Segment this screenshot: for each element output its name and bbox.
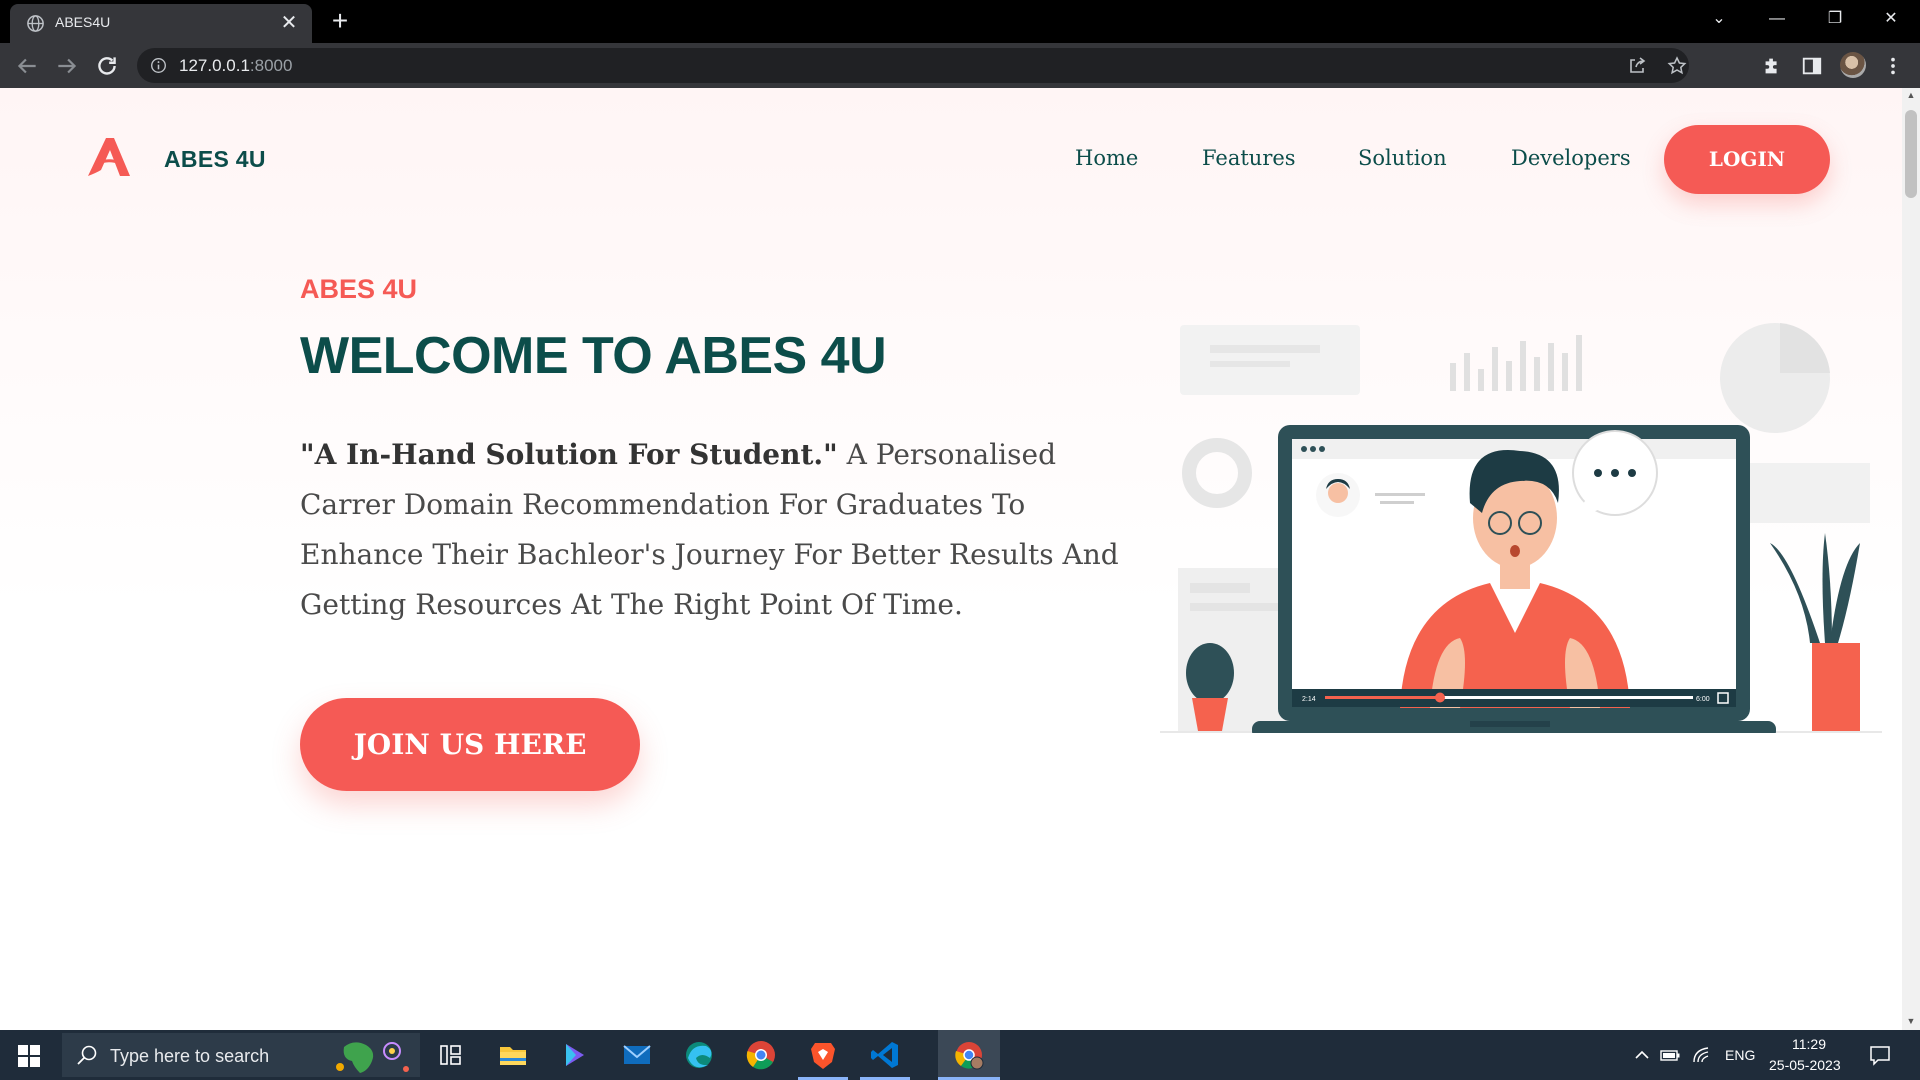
restore-button[interactable]: ❐: [1806, 0, 1864, 40]
nav-developers[interactable]: Developers: [1511, 146, 1631, 170]
hero-quote: "A In-Hand Solution For Student.": [300, 438, 838, 471]
copilot-icon[interactable]: [558, 1038, 592, 1072]
browser-toolbar: 127.0.0.1:8000: [0, 43, 1920, 88]
close-window-button[interactable]: ✕: [1862, 0, 1920, 40]
menu-dots-icon[interactable]: [1882, 55, 1904, 77]
scroll-up-icon[interactable]: ▲: [1906, 90, 1916, 100]
reload-icon[interactable]: [94, 53, 120, 79]
battery-icon[interactable]: [1660, 1046, 1680, 1064]
hero-eyebrow: ABES 4U: [300, 274, 418, 304]
notification-icon[interactable]: [1869, 1044, 1891, 1066]
abes-logo-icon[interactable]: [86, 136, 132, 176]
vscode-icon[interactable]: [868, 1038, 902, 1072]
windows-start-icon[interactable]: [18, 1045, 40, 1067]
minimize-button[interactable]: —: [1748, 0, 1806, 40]
clock-time[interactable]: 11:29: [1792, 1036, 1826, 1052]
page-viewport: ABES 4U Home Features Solution Developer…: [0, 88, 1902, 1030]
video-time-end: 6:00: [1696, 696, 1710, 703]
chrome-icon[interactable]: [744, 1038, 778, 1072]
address-host: 127.0.0.1: [179, 56, 250, 75]
scroll-down-icon[interactable]: ▼: [1906, 1016, 1916, 1026]
video-time-start: 2:14: [1302, 696, 1316, 703]
hero-description: "A In-Hand Solution For Student." A Pers…: [300, 430, 1130, 630]
windows-taskbar: Type here to search ENG 11:29 25-05-2023: [0, 1030, 1920, 1080]
bookmark-star-icon[interactable]: [1667, 56, 1687, 76]
nav-features[interactable]: Features: [1202, 146, 1296, 170]
nav-solution[interactable]: Solution: [1358, 146, 1447, 170]
site-info-icon[interactable]: [150, 57, 167, 74]
share-icon[interactable]: [1627, 56, 1647, 76]
tab-search-icon[interactable]: ⌄: [1690, 0, 1748, 40]
address-bar[interactable]: 127.0.0.1:8000: [137, 48, 1689, 83]
brave-icon[interactable]: [806, 1038, 840, 1072]
clock-date[interactable]: 25-05-2023: [1769, 1057, 1841, 1073]
file-explorer-icon[interactable]: [496, 1038, 530, 1072]
extensions-icon[interactable]: [1761, 55, 1783, 77]
browser-tab-strip: ABES4U ✕ + ⌄ — ❐ ✕: [0, 0, 1920, 43]
nav-home[interactable]: Home: [1075, 146, 1138, 170]
search-placeholder: Type here to search: [110, 1046, 270, 1066]
profile-avatar[interactable]: [1840, 52, 1866, 78]
address-port: :8000: [249, 56, 293, 75]
back-arrow-icon[interactable]: [14, 53, 40, 79]
taskbar-active-app[interactable]: [938, 1030, 1000, 1080]
search-highlight-icon: [336, 1042, 409, 1073]
login-button[interactable]: LOGIN: [1664, 125, 1830, 194]
mail-icon[interactable]: [620, 1038, 654, 1072]
side-panel-icon[interactable]: [1801, 55, 1823, 77]
address-url[interactable]: 127.0.0.1:8000: [179, 56, 292, 76]
globe-icon: [27, 15, 44, 32]
language-indicator[interactable]: ENG: [1725, 1047, 1755, 1063]
taskbar-search-box[interactable]: Type here to search: [62, 1033, 420, 1077]
search-icon: [77, 1045, 97, 1065]
new-tab-button[interactable]: +: [325, 6, 355, 36]
tray-chevron-up-icon[interactable]: [1632, 1046, 1652, 1064]
edge-icon[interactable]: [682, 1038, 716, 1072]
task-view-icon[interactable]: [433, 1038, 467, 1072]
wifi-icon[interactable]: [1692, 1046, 1712, 1064]
page-scrollbar[interactable]: ▲ ▼: [1902, 88, 1920, 1030]
tab-title: ABES4U: [55, 14, 111, 30]
hero-headline: WELCOME TO ABES 4U: [300, 327, 887, 385]
hero-illustration: 2:14 6:00: [1160, 323, 1882, 733]
forward-arrow-icon[interactable]: [54, 53, 80, 79]
browser-tab[interactable]: ABES4U ✕: [10, 4, 312, 43]
join-us-button[interactable]: JOIN US HERE: [300, 698, 640, 791]
chrome-profile-icon: [955, 1042, 984, 1070]
scrollbar-thumb[interactable]: [1905, 110, 1917, 198]
brand-name[interactable]: ABES 4U: [164, 146, 266, 173]
tab-close-icon[interactable]: ✕: [278, 12, 300, 34]
